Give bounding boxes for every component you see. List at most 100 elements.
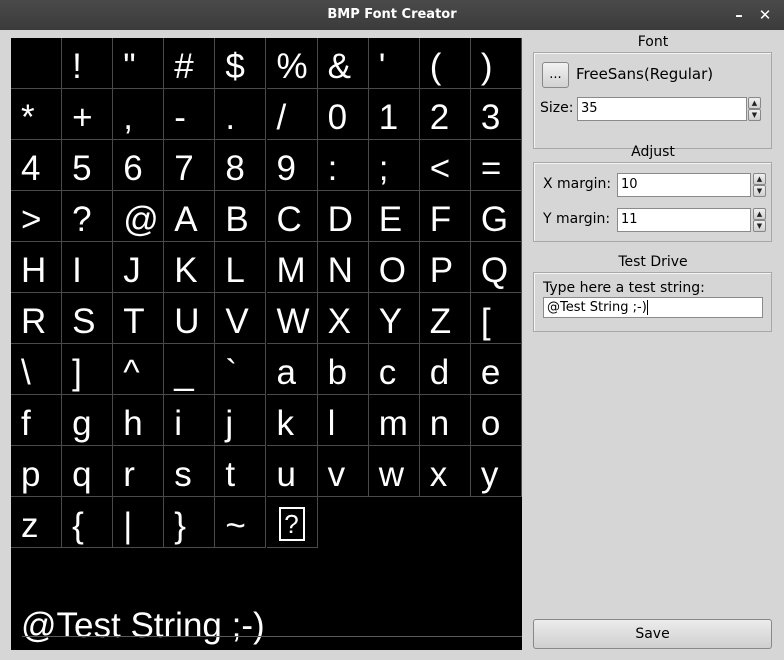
- y-margin-input[interactable]: 11: [617, 208, 751, 232]
- test-string-preview: @Test String ;-): [21, 606, 265, 645]
- glyph-cell: E: [368, 191, 420, 242]
- glyph-cell: F: [419, 191, 471, 242]
- glyph-cell: X: [317, 293, 369, 344]
- glyph-char: t: [225, 455, 236, 494]
- glyph-char: ": [123, 47, 136, 86]
- glyph-cell: q: [62, 446, 114, 497]
- test-drive-heading: Test Drive: [618, 254, 688, 270]
- x-margin-input[interactable]: 10: [617, 173, 751, 197]
- glyph-char: u: [276, 455, 296, 494]
- glyph-char: S: [72, 302, 96, 341]
- size-down-icon[interactable]: ▼: [748, 109, 761, 121]
- glyph-char: &: [327, 47, 351, 86]
- glyph-char: o: [480, 404, 501, 443]
- y-margin-down-icon[interactable]: ▼: [753, 220, 766, 232]
- glyph-cell: Y: [368, 293, 420, 344]
- y-margin-up-icon[interactable]: ▲: [753, 208, 766, 220]
- glyph-char: e: [480, 353, 501, 392]
- glyph-cell: w: [368, 446, 420, 497]
- glyph-cell: ~: [215, 497, 267, 548]
- glyph-char: >: [21, 200, 42, 239]
- glyph-cell: ,: [113, 89, 165, 140]
- y-margin-spinner[interactable]: ▲ ▼: [753, 208, 766, 232]
- glyph-cell: Q: [470, 242, 522, 293]
- glyph-cell: ): [470, 38, 522, 89]
- glyph-char: U: [174, 302, 200, 341]
- glyph-cell: Z: [419, 293, 471, 344]
- glyph-char: d: [429, 353, 450, 392]
- size-label: Size:: [540, 100, 574, 116]
- glyph-char: T: [123, 302, 145, 341]
- glyph-cell: B: [215, 191, 267, 242]
- size-input[interactable]: 35: [577, 97, 747, 121]
- glyph-char: g: [72, 404, 92, 443]
- glyph-cell: |: [113, 497, 165, 548]
- glyph-cell: S: [62, 293, 114, 344]
- glyph-cell: >: [11, 191, 63, 242]
- glyph-cell: \: [11, 344, 63, 395]
- glyph-char: 1: [378, 98, 399, 137]
- glyph-grid: ! " # $% & ' () * +, -. / 0 1 2 3 4 5 6 7 8 9:; < = >? @ A B C D E F G H…: [11, 38, 522, 548]
- glyph-cell: `: [215, 344, 267, 395]
- minimize-icon[interactable]: –: [726, 0, 752, 30]
- glyph-cell: W: [266, 293, 318, 344]
- glyph-char: G: [480, 200, 509, 239]
- glyph-cell: }: [164, 497, 216, 548]
- glyph-cell: 5: [62, 140, 114, 191]
- preview-baseline: [22, 636, 522, 637]
- glyph-char: {: [72, 506, 84, 545]
- glyph-char: W: [276, 302, 310, 341]
- y-margin-label: Y margin:: [543, 211, 611, 227]
- x-margin-spinner[interactable]: ▲ ▼: [753, 173, 766, 197]
- glyph-cell: t: [215, 446, 267, 497]
- glyph-char: v: [327, 455, 346, 494]
- glyph-char: @: [123, 200, 159, 239]
- glyph-char: +: [72, 98, 93, 137]
- window-title: BMP Font Creator: [327, 7, 457, 22]
- glyph-char: ): [480, 47, 493, 86]
- glyph-cell: G: [470, 191, 522, 242]
- glyph-cell: ": [113, 38, 165, 89]
- glyph-cell: I: [62, 242, 114, 293]
- glyph-char: m: [378, 404, 408, 443]
- glyph-char: *: [21, 98, 35, 137]
- glyph-char: f: [21, 404, 31, 443]
- glyph-cell: e: [470, 344, 522, 395]
- glyph-cell: A: [164, 191, 216, 242]
- glyph-char: 7: [174, 149, 194, 188]
- glyph-char: (: [429, 47, 442, 86]
- glyph-char: [21, 49, 31, 84]
- glyph-cell: u: [266, 446, 318, 497]
- glyph-char: p: [21, 455, 41, 494]
- glyph-cell: _: [164, 344, 216, 395]
- size-up-icon[interactable]: ▲: [748, 97, 761, 109]
- x-margin-down-icon[interactable]: ▼: [753, 185, 766, 197]
- x-margin-label: X margin:: [543, 176, 612, 192]
- browse-font-button[interactable]: ...: [542, 62, 569, 88]
- glyph-char: !: [72, 47, 82, 86]
- glyph-char: r: [123, 455, 135, 494]
- glyph-preview-panel: ! " # $% & ' () * +, -. / 0 1 2 3 4 5 6 7 8 9:; < = >? @ A B C D E F G H…: [11, 38, 522, 650]
- glyph-cell: 8: [215, 140, 267, 191]
- glyph-char: Y: [378, 302, 403, 341]
- test-string-input[interactable]: @Test String ;-): [543, 297, 763, 318]
- glyph-cell: #: [164, 38, 216, 89]
- x-margin-up-icon[interactable]: ▲: [753, 173, 766, 185]
- glyph-char: 6: [123, 149, 143, 188]
- save-button[interactable]: Save: [533, 619, 772, 649]
- glyph-char: [: [480, 302, 491, 341]
- glyph-cell: j: [215, 395, 267, 446]
- glyph-cell: <: [419, 140, 471, 191]
- glyph-char: H: [21, 251, 47, 290]
- glyph-char: %: [276, 47, 308, 86]
- glyph-char: #: [174, 47, 194, 86]
- glyph-cell: ': [368, 38, 420, 89]
- glyph-char: N: [327, 251, 353, 290]
- glyph-char: ?: [72, 200, 92, 239]
- glyph-char: D: [327, 200, 353, 239]
- size-spinner[interactable]: ▲ ▼: [748, 97, 761, 121]
- close-icon[interactable]: ✕: [752, 0, 778, 30]
- font-name-label: FreeSans(Regular): [576, 65, 714, 83]
- glyph-cell: U: [164, 293, 216, 344]
- glyph-cell: 3: [470, 89, 522, 140]
